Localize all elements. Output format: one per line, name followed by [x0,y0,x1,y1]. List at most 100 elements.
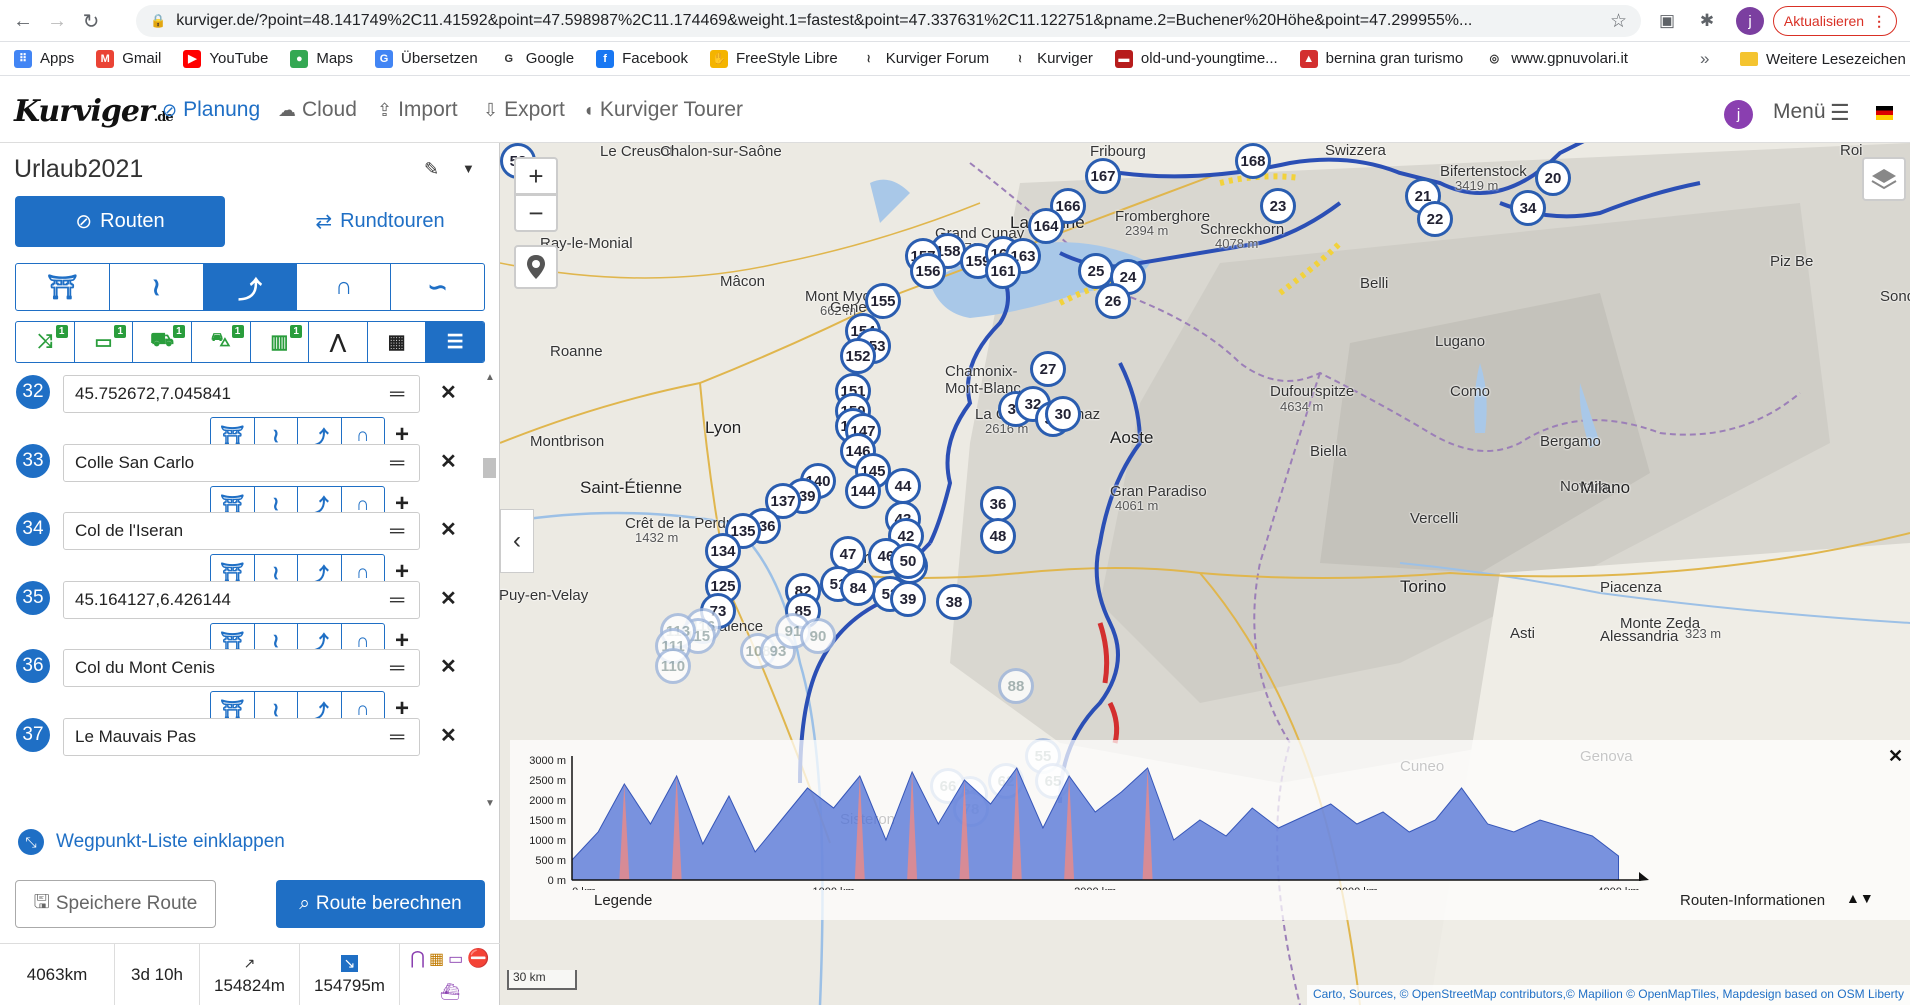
profile-curvy-icon[interactable]: ≀ [110,264,204,310]
waypoint-marker[interactable]: 48 [980,518,1016,554]
drag-handle-icon[interactable]: ═ [390,657,404,680]
profile-extra-curvy-icon[interactable]: ∩ [297,264,392,310]
waypoint-marker[interactable]: 22 [1417,201,1453,237]
bookmark-item[interactable]: M Gmail [96,49,161,68]
save-route-button[interactable]: 🖫 Speichere Route [15,880,216,928]
menu-button[interactable]: Menü [1773,100,1826,124]
delete-waypoint-icon[interactable]: ✕ [440,380,457,405]
waypoint-marker[interactable]: 84 [840,570,876,606]
german-flag-icon[interactable] [1876,106,1893,120]
hamburger-menu-icon[interactable]: ☰ [1830,100,1850,126]
waypoint-input[interactable]: 45.164127,6.426144 [63,580,420,619]
route-info-label[interactable]: Routen-Informationen [1680,892,1825,909]
drag-handle-icon[interactable]: ═ [390,520,404,543]
bookmark-item[interactable]: G Google [499,49,574,68]
waypoint-marker[interactable]: 90 [800,618,836,654]
nav-import[interactable]: ⇪ Import [377,98,458,122]
nav-export[interactable]: ⇩ Export [483,98,565,122]
waypoint-marker[interactable]: 36 [980,486,1016,522]
waypoint-marker[interactable]: 110 [655,648,691,684]
zoom-out-button[interactable]: − [514,194,558,232]
delete-waypoint-icon[interactable]: ✕ [440,654,457,679]
waypoint-number[interactable]: 35 [16,580,50,615]
scroll-down-icon[interactable]: ▼ [485,798,495,809]
bookmark-item[interactable]: ▲ bernina gran turismo [1299,49,1463,68]
nav-cloud[interactable]: ☁ Cloud [278,98,357,122]
avoid-tunnels-icon[interactable]: ⋀ [309,322,368,362]
bookmark-item[interactable]: ◎ www.gpnuvolari.it [1485,49,1628,68]
collapse-sidebar-chevron-icon[interactable]: ‹ [500,509,534,573]
forward-arrow-icon[interactable]: → [42,6,72,36]
tab-roundtrips[interactable]: ⇄ Rundtouren [280,196,480,247]
browser-profile-avatar[interactable]: j [1736,7,1764,35]
waypoint-marker[interactable]: 164 [1028,208,1064,244]
zoom-in-button[interactable]: + [514,157,558,195]
delete-waypoint-icon[interactable]: ✕ [440,449,457,474]
back-arrow-icon[interactable]: ← [8,6,38,36]
route-warning-icons[interactable]: ⋂ ▦ ▭ ⛔ ⛴ [400,944,500,1005]
waypoint-marker[interactable]: 34 [1510,190,1546,226]
bookmark-item[interactable]: ✋ FreeStyle Libre [709,49,838,68]
user-avatar[interactable]: j [1724,100,1753,129]
elevation-profile[interactable]: 3000 m 2500 m 2000 m 1500 m 1000 m 500 m 0 m 0 … [510,740,1910,920]
attribution-text[interactable]: Carto, Sources, © OpenStreetMap contribu… [1313,987,1904,1001]
nav-planung[interactable]: ⊘ Planung [162,98,260,122]
waypoint-number[interactable]: 32 [16,375,50,409]
waypoint-marker[interactable]: 161 [985,253,1021,289]
waypoint-marker[interactable]: 27 [1030,351,1066,387]
waypoint-marker[interactable]: 156 [910,253,946,289]
delete-waypoint-icon[interactable]: ✕ [440,517,457,542]
bookmark-item[interactable]: ● Maps [290,49,353,68]
collapse-waypoints-link[interactable]: ⤡ Wegpunkt-Liste einklappen [18,829,285,855]
waypoint-number[interactable]: 36 [16,649,50,683]
extension-acrobat-icon[interactable]: ▣ [1654,8,1680,34]
route-info-arrows-icon[interactable]: ▲▼ [1846,890,1874,906]
waypoint-marker[interactable]: 50 [890,543,926,579]
avoid-closures-icon[interactable]: ▦ [368,322,427,362]
delete-waypoint-icon[interactable]: ✕ [440,586,457,611]
drag-handle-icon[interactable]: ═ [390,726,404,749]
reload-icon[interactable]: ↻ [76,6,106,36]
map-layers-button[interactable] [1862,157,1906,201]
avoid-tolls-icon[interactable]: ▭ 1 [75,322,134,362]
bookmark-item[interactable]: ≀ Kurviger Forum [859,49,989,68]
bookmark-item[interactable]: ≀ Kurviger [1011,49,1093,68]
avoid-unpaved-icon[interactable]: ▥ 1 [251,322,310,362]
waypoint-marker[interactable]: 167 [1085,158,1121,194]
waypoint-input[interactable]: Colle San Carlo [63,443,420,482]
other-bookmarks-folder[interactable]: Weitere Lesezeichen [1740,42,1906,76]
scroll-up-icon[interactable]: ▲ [485,372,495,383]
drag-handle-icon[interactable]: ═ [390,589,404,612]
waypoint-marker[interactable]: 144 [845,473,881,509]
avoid-trains-icon[interactable]: ⛟ 1 [133,322,192,362]
close-elevation-icon[interactable]: ✕ [1888,746,1903,767]
tab-routes[interactable]: ⊘ Routen [15,196,225,247]
address-bar[interactable]: 🔒 kurviger.de/?point=48.141749%2C11.4159… [136,5,1641,37]
waypoint-marker[interactable]: 38 [936,584,972,620]
bookmark-item[interactable]: ▶ YouTube [183,49,268,68]
profile-fastest-icon[interactable]: ⛩ [16,264,110,310]
delete-waypoint-icon[interactable]: ✕ [440,723,457,748]
waypoint-marker[interactable]: 152 [840,338,876,374]
bookmark-item[interactable]: ▬ old-und-youngtime... [1114,49,1278,68]
avoid-ferries-icon[interactable]: ⤨ 1 [16,322,75,362]
bookmark-star-icon[interactable]: ☆ [1610,10,1627,33]
bookmark-item[interactable]: ⠿ Apps [14,49,74,68]
bookmarks-more-icon[interactable]: » [1700,42,1709,76]
locate-pin-button[interactable] [514,245,558,289]
waypoint-number[interactable]: 37 [16,717,50,752]
edit-pencil-icon[interactable]: ✎ [424,159,439,180]
waypoint-marker[interactable]: 30 [1045,396,1081,432]
caret-down-icon[interactable]: ▼ [462,161,475,176]
waypoint-marker[interactable]: 44 [885,468,921,504]
drag-handle-icon[interactable]: ═ [390,452,404,475]
waypoint-marker[interactable]: 23 [1260,188,1296,224]
avoid-motorways-icon[interactable]: ⛍ 1 [192,322,251,362]
url-text[interactable]: kurviger.de/?point=48.141749%2C11.41592&… [176,12,1602,30]
waypoint-input[interactable]: Le Mauvais Pas [63,717,420,756]
profile-curviest-icon[interactable]: ∽ [391,264,484,310]
waypoint-marker[interactable]: 39 [890,581,926,617]
map-view[interactable]: Le CreusotChalon-sur-SaôneFribourgLausan… [500,143,1910,1005]
bookmark-item[interactable]: f Facebook [596,49,688,68]
waypoint-number[interactable]: 33 [16,443,50,478]
